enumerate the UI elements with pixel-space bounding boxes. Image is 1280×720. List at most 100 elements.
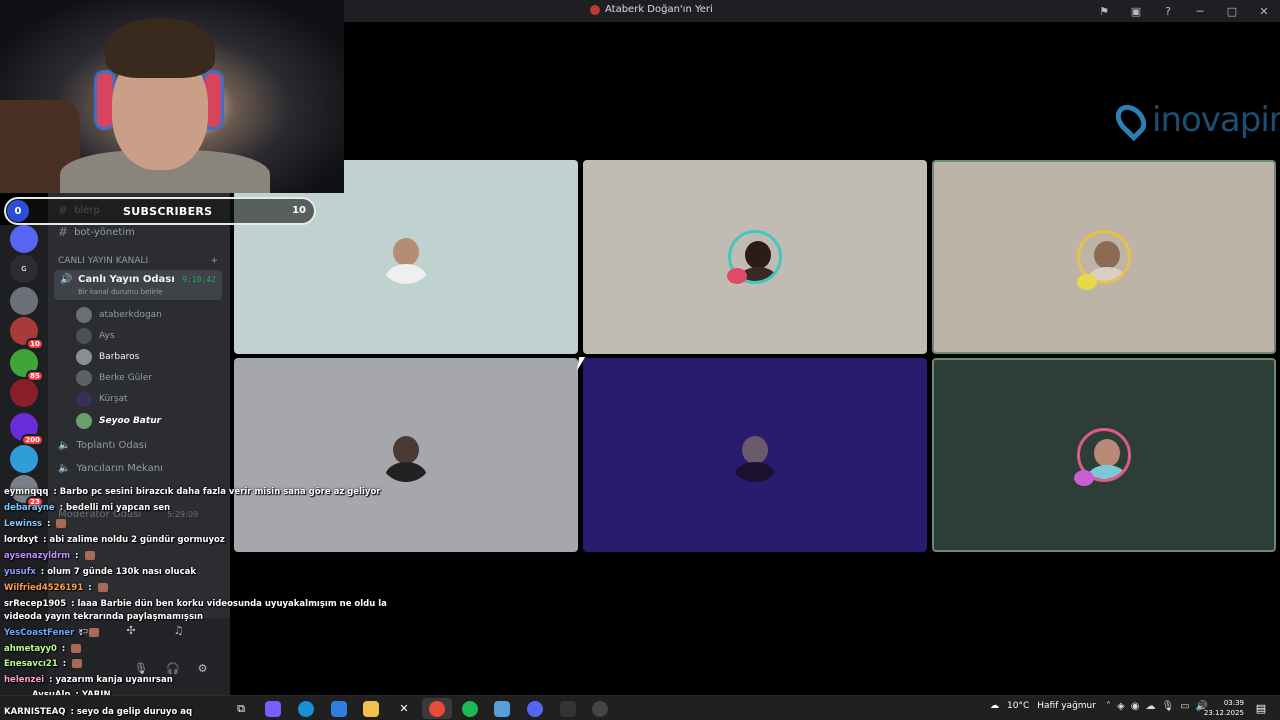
discord-icon[interactable] — [520, 698, 550, 719]
subscriber-label: SUBSCRIBERS — [123, 204, 213, 218]
chat-message: ahmetayy0 : — [4, 643, 82, 655]
chat-message: aysenazyldrm : — [4, 550, 95, 562]
voice-member[interactable]: Seyoo Batur — [76, 413, 161, 429]
voice-member[interactable]: ataberkdogan — [76, 307, 162, 323]
server-icon[interactable] — [10, 379, 38, 407]
voice-member[interactable]: Kürşat — [76, 391, 128, 407]
voice-member[interactable]: Barbaros — [76, 349, 139, 365]
server-icon[interactable] — [10, 445, 38, 473]
chat-message: YesCoastFener : — [4, 627, 99, 639]
server-icon — [590, 4, 600, 15]
screen-icon[interactable]: ▣ — [1120, 5, 1152, 18]
chevron-up-icon[interactable]: ˄ — [1106, 701, 1111, 712]
tray-app-icon[interactable]: ◉ — [1131, 701, 1140, 712]
minimize-button[interactable]: ─ — [1184, 5, 1216, 18]
speaker-icon: 🔊 — [60, 274, 73, 285]
tray-app-icon[interactable]: ◈ — [1117, 701, 1125, 712]
server-icon[interactable]: 85 — [10, 349, 44, 382]
participant-avatar — [728, 428, 782, 482]
voice-member[interactable]: Berke Güler — [76, 370, 152, 386]
network-icon[interactable]: ▭ — [1180, 701, 1189, 712]
copilot-icon[interactable] — [258, 698, 288, 719]
hash-icon: # — [58, 225, 69, 239]
mention-badge: 10 — [26, 338, 44, 350]
emote-icon — [56, 519, 67, 528]
voice-member[interactable]: Ays — [76, 328, 115, 344]
inbox-icon[interactable]: ⚑ — [1088, 5, 1120, 18]
video-tile-6[interactable] — [932, 358, 1276, 552]
epic-games-icon[interactable] — [553, 698, 583, 719]
avatar — [76, 413, 92, 429]
chat-message: Wilfried4526191 : — [4, 582, 108, 594]
category-header[interactable]: CANLI YAYIN KANALI + — [58, 256, 218, 266]
participant-avatar — [379, 230, 433, 284]
edge-icon[interactable] — [291, 698, 321, 719]
window-title-text: Ataberk Doğan'ın Yeri — [605, 4, 713, 15]
avatar — [76, 370, 92, 386]
avatar-decoration-icon — [1077, 274, 1097, 290]
server-icon[interactable]: ɢ — [10, 255, 38, 283]
chat-message: helenzei : yazarım kanja uyanırsan — [4, 675, 173, 685]
obs-icon[interactable] — [585, 698, 615, 719]
server-icon[interactable] — [10, 287, 38, 315]
task-view-icon[interactable]: ⧉ — [226, 698, 256, 719]
xbox-icon[interactable]: ✕ — [389, 698, 419, 719]
emote-icon — [71, 644, 82, 653]
chrome-icon[interactable] — [422, 698, 452, 719]
add-channel-icon[interactable]: + — [210, 256, 218, 266]
emote-icon — [97, 583, 108, 592]
help-icon[interactable]: ? — [1152, 5, 1184, 18]
avatar — [76, 328, 92, 344]
voice-channel-toplanti[interactable]: 🔈 Toplantı Odası — [58, 440, 147, 451]
avatar — [76, 391, 92, 407]
webcam-feed — [0, 0, 344, 193]
subscriber-goal: 10 — [292, 205, 306, 216]
screen: Ataberk Doğan'ın Yeri ⚑ ▣ ? ─ □ ✕ inovap… — [0, 0, 1280, 720]
system-tray: ˄ ◈ ◉ ☁ 🎙 ▭ 🔊 — [1106, 701, 1208, 712]
stream-chat-overlay: eymnqqq : Barbo pc sesini birazcık daha … — [0, 470, 387, 700]
window-title: Ataberk Doğan'ın Yeri — [590, 4, 713, 15]
video-tile-5[interactable] — [583, 358, 927, 552]
server-icon[interactable]: 200 — [10, 413, 44, 446]
text-channel-bot-yonetim[interactable]: # bot-yönetim — [58, 225, 135, 239]
avatar-decoration-icon — [727, 268, 747, 284]
microphone-icon[interactable]: 🎙 — [1161, 701, 1174, 712]
notification-icon[interactable]: ▤ — [1246, 698, 1276, 719]
subscriber-goal-bar: 0 SUBSCRIBERS 10 — [4, 197, 316, 225]
participant-avatar — [379, 428, 433, 482]
video-tile-3[interactable] — [932, 160, 1276, 354]
emote-icon — [72, 659, 83, 668]
maximize-button[interactable]: □ — [1216, 5, 1248, 18]
chat-message: yusufx : olum 7 günde 130k nası olucak — [4, 567, 197, 577]
chat-message: srRecep1905 : laaa Barbie dün ben korku … — [4, 599, 387, 609]
voice-channel-active[interactable]: 🔊 Canlı Yayın Odası 9:10:42 Bir kanal du… — [54, 270, 222, 300]
subscriber-count: 0 — [7, 200, 29, 222]
brand-name: inovapin — [1152, 100, 1280, 140]
chat-message: Lewinss : — [4, 518, 67, 530]
store-icon[interactable] — [324, 698, 354, 719]
titlebar-controls: ⚑ ▣ ? ─ □ ✕ — [1088, 0, 1280, 22]
inovapin-logo: inovapin — [1109, 98, 1280, 142]
chat-message: debarayne : bedelli mi yapcan sen — [4, 503, 171, 513]
weather-widget[interactable]: ☁ 10°C Hafif yağmur — [990, 701, 1096, 711]
chat-message: KARNISTEAQ : seyo da gelip duruyo aq — [4, 707, 193, 717]
avatar — [76, 307, 92, 323]
chat-message: videoda yayın tekrarında paylaşmamışsın — [4, 612, 204, 622]
chat-message: eymnqqq : Barbo pc sesini birazcık daha … — [4, 487, 381, 497]
close-button[interactable]: ✕ — [1248, 5, 1280, 18]
video-tile-2[interactable] — [583, 160, 927, 354]
server-icon[interactable] — [10, 225, 38, 253]
speaker-icon: 🔈 — [58, 440, 71, 451]
network-app-icon[interactable] — [487, 698, 517, 719]
system-clock[interactable]: 03:39 23.12.2025 — [1204, 698, 1244, 718]
file-explorer-icon[interactable] — [356, 698, 386, 719]
emote-icon — [84, 551, 95, 560]
spotify-icon[interactable] — [455, 698, 485, 719]
avatar — [76, 349, 92, 365]
chat-message: lordxyt : abi zalime noldu 2 gündür gorm… — [4, 535, 225, 545]
location-pin-icon — [1109, 98, 1153, 142]
emote-icon — [88, 628, 99, 637]
tray-app-icon[interactable]: ☁ — [1145, 701, 1155, 712]
server-icon[interactable]: 10 — [10, 317, 44, 350]
chat-message: Enesavcı21 : — [4, 658, 83, 670]
